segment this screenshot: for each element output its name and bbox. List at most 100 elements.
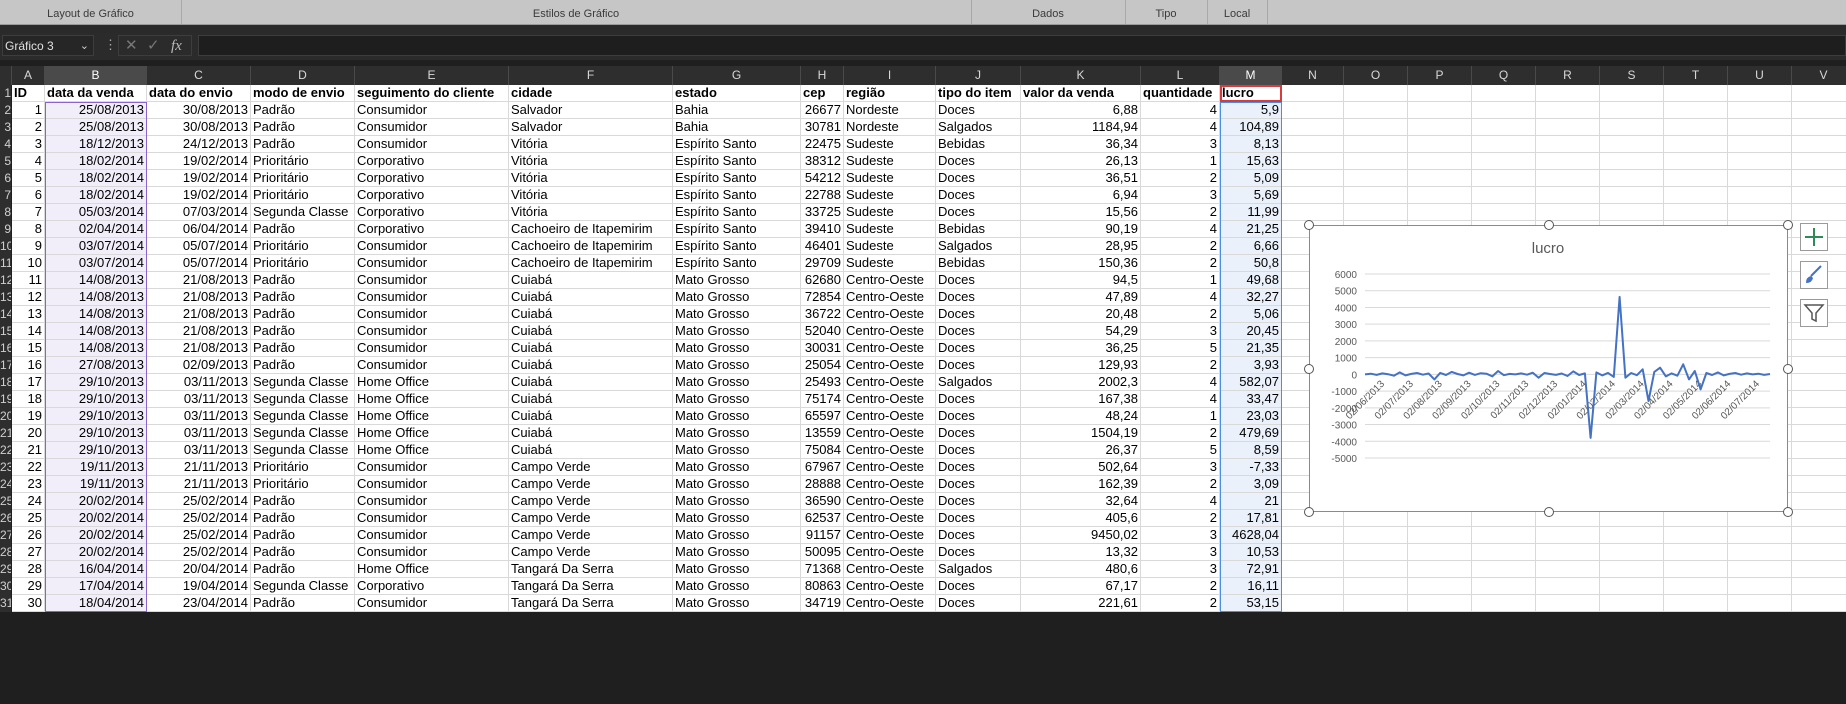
cell-e11[interactable]: Consumidor (355, 255, 509, 272)
cell-j18[interactable]: Salgados (936, 374, 1021, 391)
cell-m19[interactable]: 33,47 (1220, 391, 1282, 408)
cell-h26[interactable]: 62537 (801, 510, 844, 527)
cell-r4[interactable] (1536, 136, 1600, 153)
cell-l4[interactable]: 3 (1141, 136, 1220, 153)
cell-a16[interactable]: 15 (12, 340, 45, 357)
cell-f16[interactable]: Cuiabá (509, 340, 673, 357)
cell-v28[interactable] (1792, 544, 1846, 561)
cell-c6[interactable]: 19/02/2014 (147, 170, 251, 187)
cell-f20[interactable]: Cuiabá (509, 408, 673, 425)
cell-e21[interactable]: Home Office (355, 425, 509, 442)
cell-b13[interactable]: 14/08/2013 (45, 289, 147, 306)
cell-o2[interactable] (1344, 102, 1408, 119)
cell-u27[interactable] (1728, 527, 1792, 544)
cell-g13[interactable]: Mato Grosso (673, 289, 801, 306)
cell-d3[interactable]: Padrão (251, 119, 355, 136)
cell-v25[interactable] (1792, 493, 1846, 510)
cell-e19[interactable]: Home Office (355, 391, 509, 408)
cell-b16[interactable]: 14/08/2013 (45, 340, 147, 357)
cell-b24[interactable]: 19/11/2013 (45, 476, 147, 493)
cell-s1[interactable] (1600, 85, 1664, 102)
cell-g16[interactable]: Mato Grosso (673, 340, 801, 357)
cell-h25[interactable]: 36590 (801, 493, 844, 510)
cell-i24[interactable]: Centro-Oeste (844, 476, 936, 493)
cell-u1[interactable] (1728, 85, 1792, 102)
cell-i6[interactable]: Sudeste (844, 170, 936, 187)
cell-h7[interactable]: 22788 (801, 187, 844, 204)
cell-a28[interactable]: 27 (12, 544, 45, 561)
cell-d18[interactable]: Segunda Classe (251, 374, 355, 391)
cell-j1[interactable]: tipo do item (936, 85, 1021, 102)
cell-d26[interactable]: Padrão (251, 510, 355, 527)
cell-j12[interactable]: Doces (936, 272, 1021, 289)
row-number[interactable]: 22 (0, 442, 11, 459)
cell-b29[interactable]: 16/04/2014 (45, 561, 147, 578)
row-number[interactable]: 8 (0, 204, 11, 221)
cell-i23[interactable]: Centro-Oeste (844, 459, 936, 476)
ribbon-group-layout[interactable]: Layout de Gráfico (0, 0, 182, 24)
cell-q6[interactable] (1472, 170, 1536, 187)
cell-j10[interactable]: Salgados (936, 238, 1021, 255)
cell-p2[interactable] (1408, 102, 1472, 119)
row-number[interactable]: 30 (0, 578, 11, 595)
cell-o8[interactable] (1344, 204, 1408, 221)
row-number[interactable]: 21 (0, 425, 11, 442)
cell-a1[interactable]: ID (12, 85, 45, 102)
cell-k6[interactable]: 36,51 (1021, 170, 1141, 187)
cell-c8[interactable]: 07/03/2014 (147, 204, 251, 221)
cancel-icon[interactable]: ✕ (125, 36, 138, 56)
cell-g25[interactable]: Mato Grosso (673, 493, 801, 510)
cell-f12[interactable]: Cuiabá (509, 272, 673, 289)
cell-u5[interactable] (1728, 153, 1792, 170)
cell-h17[interactable]: 25054 (801, 357, 844, 374)
cell-e15[interactable]: Consumidor (355, 323, 509, 340)
cell-n8[interactable] (1282, 204, 1344, 221)
cell-g6[interactable]: Espírito Santo (673, 170, 801, 187)
row-number[interactable]: 16 (0, 340, 11, 357)
cell-b31[interactable]: 18/04/2014 (45, 595, 147, 612)
cell-n7[interactable] (1282, 187, 1344, 204)
cell-i27[interactable]: Centro-Oeste (844, 527, 936, 544)
cell-l19[interactable]: 4 (1141, 391, 1220, 408)
column-header-t[interactable]: T (1664, 66, 1728, 85)
cell-u8[interactable] (1728, 204, 1792, 221)
column-header-b[interactable]: B (45, 66, 147, 85)
cell-h14[interactable]: 36722 (801, 306, 844, 323)
cell-v2[interactable] (1792, 102, 1846, 119)
cell-s30[interactable] (1600, 578, 1664, 595)
cell-k28[interactable]: 13,32 (1021, 544, 1141, 561)
cell-l26[interactable]: 2 (1141, 510, 1220, 527)
cell-g11[interactable]: Espírito Santo (673, 255, 801, 272)
cell-h11[interactable]: 29709 (801, 255, 844, 272)
cell-s28[interactable] (1600, 544, 1664, 561)
cell-f27[interactable]: Campo Verde (509, 527, 673, 544)
cell-m27[interactable]: 4628,04 (1220, 527, 1282, 544)
cell-h31[interactable]: 34719 (801, 595, 844, 612)
name-box[interactable]: Gráfico 3 ⌄ (2, 35, 94, 56)
cell-i28[interactable]: Centro-Oeste (844, 544, 936, 561)
cell-a20[interactable]: 19 (12, 408, 45, 425)
resize-handle[interactable] (1304, 363, 1314, 374)
chart-styles-button[interactable] (1800, 261, 1828, 289)
cell-f31[interactable]: Tangará Da Serra (509, 595, 673, 612)
cell-b9[interactable]: 02/04/2014 (45, 221, 147, 238)
cell-n5[interactable] (1282, 153, 1344, 170)
row-number[interactable]: 27 (0, 527, 11, 544)
ribbon-group-location[interactable]: Local (1207, 0, 1268, 24)
cell-h9[interactable]: 39410 (801, 221, 844, 238)
cell-v23[interactable] (1792, 459, 1846, 476)
cell-m31[interactable]: 53,15 (1220, 595, 1282, 612)
cell-m10[interactable]: 6,66 (1220, 238, 1282, 255)
cell-l12[interactable]: 1 (1141, 272, 1220, 289)
cell-g24[interactable]: Mato Grosso (673, 476, 801, 493)
cell-j4[interactable]: Bebidas (936, 136, 1021, 153)
cell-p6[interactable] (1408, 170, 1472, 187)
cell-m4[interactable]: 8,13 (1220, 136, 1282, 153)
cell-e24[interactable]: Consumidor (355, 476, 509, 493)
cell-e8[interactable]: Corporativo (355, 204, 509, 221)
cell-q26[interactable] (1472, 510, 1536, 527)
cell-d30[interactable]: Segunda Classe (251, 578, 355, 595)
cell-c27[interactable]: 25/02/2014 (147, 527, 251, 544)
cell-d14[interactable]: Padrão (251, 306, 355, 323)
cell-k24[interactable]: 162,39 (1021, 476, 1141, 493)
